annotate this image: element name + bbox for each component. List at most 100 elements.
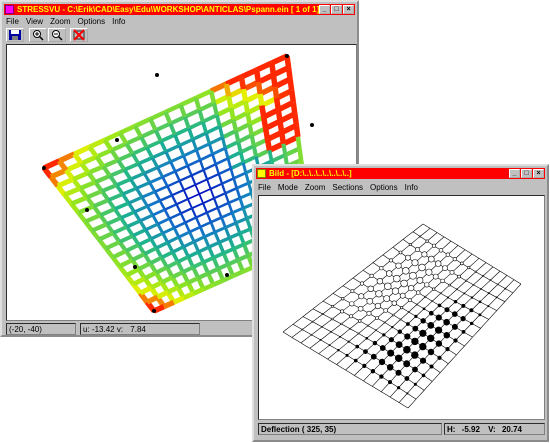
deflection-node [474,270,478,274]
menu-mode[interactable]: Mode [278,183,298,192]
deflection-node [465,279,468,282]
stress-mesh-segment [221,177,235,185]
minimize-button[interactable]: _ [319,5,330,14]
menu-options[interactable]: Options [370,183,398,192]
stress-mesh-segment [206,179,212,190]
deflection-node [366,310,372,316]
stress-mesh-segment [130,152,141,165]
stress-mesh-segment [227,150,242,161]
zoom-in-button[interactable] [29,28,47,42]
stress-mesh-segment [293,125,301,138]
support-node [310,123,314,127]
stress-mesh-segment [187,250,200,259]
stress-mesh-segment [182,189,189,200]
stress-mesh-segment [264,138,273,151]
stress-mesh-segment [214,163,220,175]
deflection-node [460,261,464,266]
stress-mesh-segment [171,245,185,254]
deflection-node [399,318,402,321]
bild-canvas[interactable] [258,195,545,420]
maximize-button[interactable]: □ [331,5,342,14]
menu-sections[interactable]: Sections [332,183,363,192]
stress-mesh-segment [179,212,187,224]
stress-mesh-segment [178,104,187,118]
stress-mesh-segment [118,257,134,269]
stress-mesh-segment [208,136,224,146]
minimize-button[interactable]: _ [509,169,520,178]
stress-mesh-segment [236,181,250,190]
deflection-node [429,310,434,316]
menu-file[interactable]: File [6,17,19,26]
deflection-node [419,357,427,364]
menu-options[interactable]: Options [78,17,106,26]
stress-mesh-segment [257,93,265,106]
menu-file[interactable]: File [258,183,271,192]
stress-mesh-segment [247,123,254,136]
deflection-node [383,321,386,324]
deflection-node [445,347,450,352]
deflection-node [444,307,450,313]
stress-mesh-segment [204,132,211,145]
deflection-node [370,369,376,374]
deflection-node [404,376,410,381]
stress-mesh-segment [162,226,175,235]
save-button[interactable] [6,28,24,42]
deflection-node [350,289,355,294]
zoom-out-button[interactable] [48,28,66,42]
menu-view[interactable]: View [26,17,43,26]
deflection-node [438,248,444,253]
delete-icon [73,29,85,41]
stressvu-menubar: File View Zoom Options Info [4,16,355,27]
stress-mesh-segment [178,230,191,239]
deflection-node [367,324,370,327]
stress-mesh-segment [139,213,154,223]
stress-mesh-segment [177,280,190,290]
maximize-button[interactable]: □ [521,169,532,178]
stress-mesh-segment [267,149,274,162]
stress-mesh-segment [177,236,185,248]
stress-mesh-segment [231,119,239,132]
menu-zoom[interactable]: Zoom [305,183,325,192]
close-button[interactable]: × [533,169,544,178]
stress-mesh-segment [163,208,171,220]
stress-mesh-segment [241,162,248,174]
stress-mesh-segment [201,121,208,134]
stress-mesh-segment [109,167,126,178]
deflection-node [375,329,377,332]
menu-zoom[interactable]: Zoom [50,17,70,26]
deflection-node [451,323,458,330]
stress-mesh-segment [141,190,156,199]
stress-mesh-segment [202,202,208,213]
stress-mesh-segment [190,175,197,186]
stress-mesh-segment [199,152,214,162]
delete-button[interactable] [70,28,88,42]
deflection-node [375,290,383,298]
stress-mesh-segment [183,116,191,130]
stress-mesh-segment [187,193,200,200]
stress-mesh-segment [295,136,302,149]
stress-mesh-segment [218,167,232,176]
deflection-node [406,392,409,395]
stress-mesh-segment [260,116,269,129]
stress-mesh-segment [154,121,172,133]
stress-mesh-segment [150,156,160,169]
app-icon[interactable] [257,169,266,178]
stress-mesh-segment [198,188,211,195]
stressvu-titlebar[interactable]: STRESSVU - C:\Erik\CAD\Easy\Edu\WORKSHOP… [4,4,355,15]
deflection-node [384,282,392,291]
deflection-node [435,326,443,334]
stress-mesh-segment [134,116,152,129]
stress-mesh-segment [209,221,217,233]
menu-info[interactable]: Info [405,183,418,192]
stress-mesh-segment [216,207,223,218]
bild-titlebar[interactable]: Bild - [D:\..\..\..\..\..\..\..] _ □ × [256,168,545,179]
stress-mesh-segment [217,173,224,185]
stress-mesh-segment [202,282,215,292]
close-button[interactable]: × [343,5,354,14]
stress-mesh-segment [187,127,195,140]
menu-info[interactable]: Info [112,17,125,26]
stress-mesh-segment [156,160,172,169]
stress-mesh-segment [148,118,158,132]
app-icon[interactable] [5,5,14,14]
deflection-node [413,382,417,386]
